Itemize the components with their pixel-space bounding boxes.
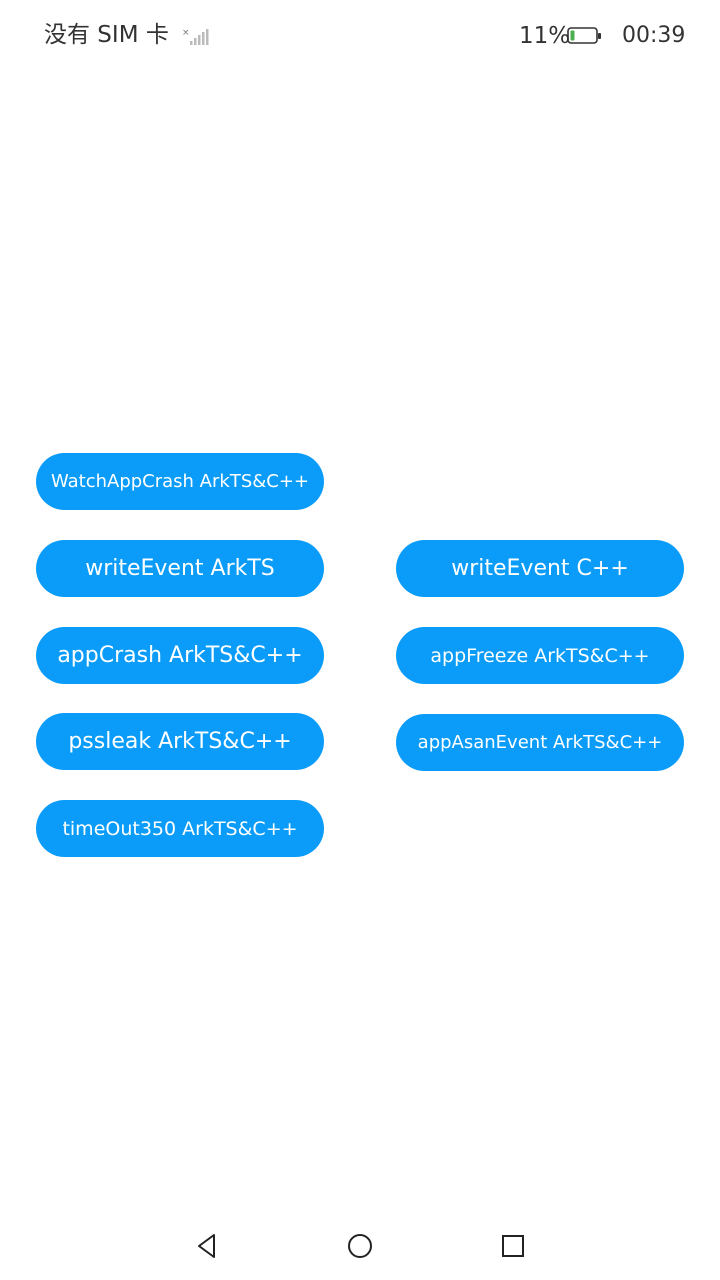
time-out-350-button[interactable]: timeOut350 ArkTS&C++ (36, 800, 324, 857)
status-bar: 没有 SIM 卡 × 11% 00:39 (0, 0, 720, 70)
recents-icon[interactable] (495, 1228, 531, 1264)
clock: 00:39 (622, 23, 686, 48)
write-event-cpp-button[interactable]: writeEvent C++ (396, 540, 684, 597)
app-asan-event-button[interactable]: appAsanEvent ArkTS&C++ (396, 714, 684, 771)
battery-percent: 11% (519, 23, 571, 49)
pss-leak-button[interactable]: pssleak ArkTS&C++ (36, 713, 324, 770)
write-event-arkts-button[interactable]: writeEvent ArkTS (36, 540, 324, 597)
battery-icon (567, 26, 603, 46)
app-freeze-button[interactable]: appFreeze ArkTS&C++ (396, 627, 684, 684)
back-icon[interactable] (189, 1228, 225, 1264)
navigation-bar (0, 1210, 720, 1280)
watch-app-crash-button[interactable]: WatchAppCrash ArkTS&C++ (36, 453, 324, 510)
carrier-label: 没有 SIM 卡 (44, 22, 169, 48)
app-crash-button[interactable]: appCrash ArkTS&C++ (36, 627, 324, 684)
home-icon[interactable] (342, 1228, 378, 1264)
signal-icon: × (180, 26, 212, 48)
svg-text:×: × (182, 28, 190, 38)
